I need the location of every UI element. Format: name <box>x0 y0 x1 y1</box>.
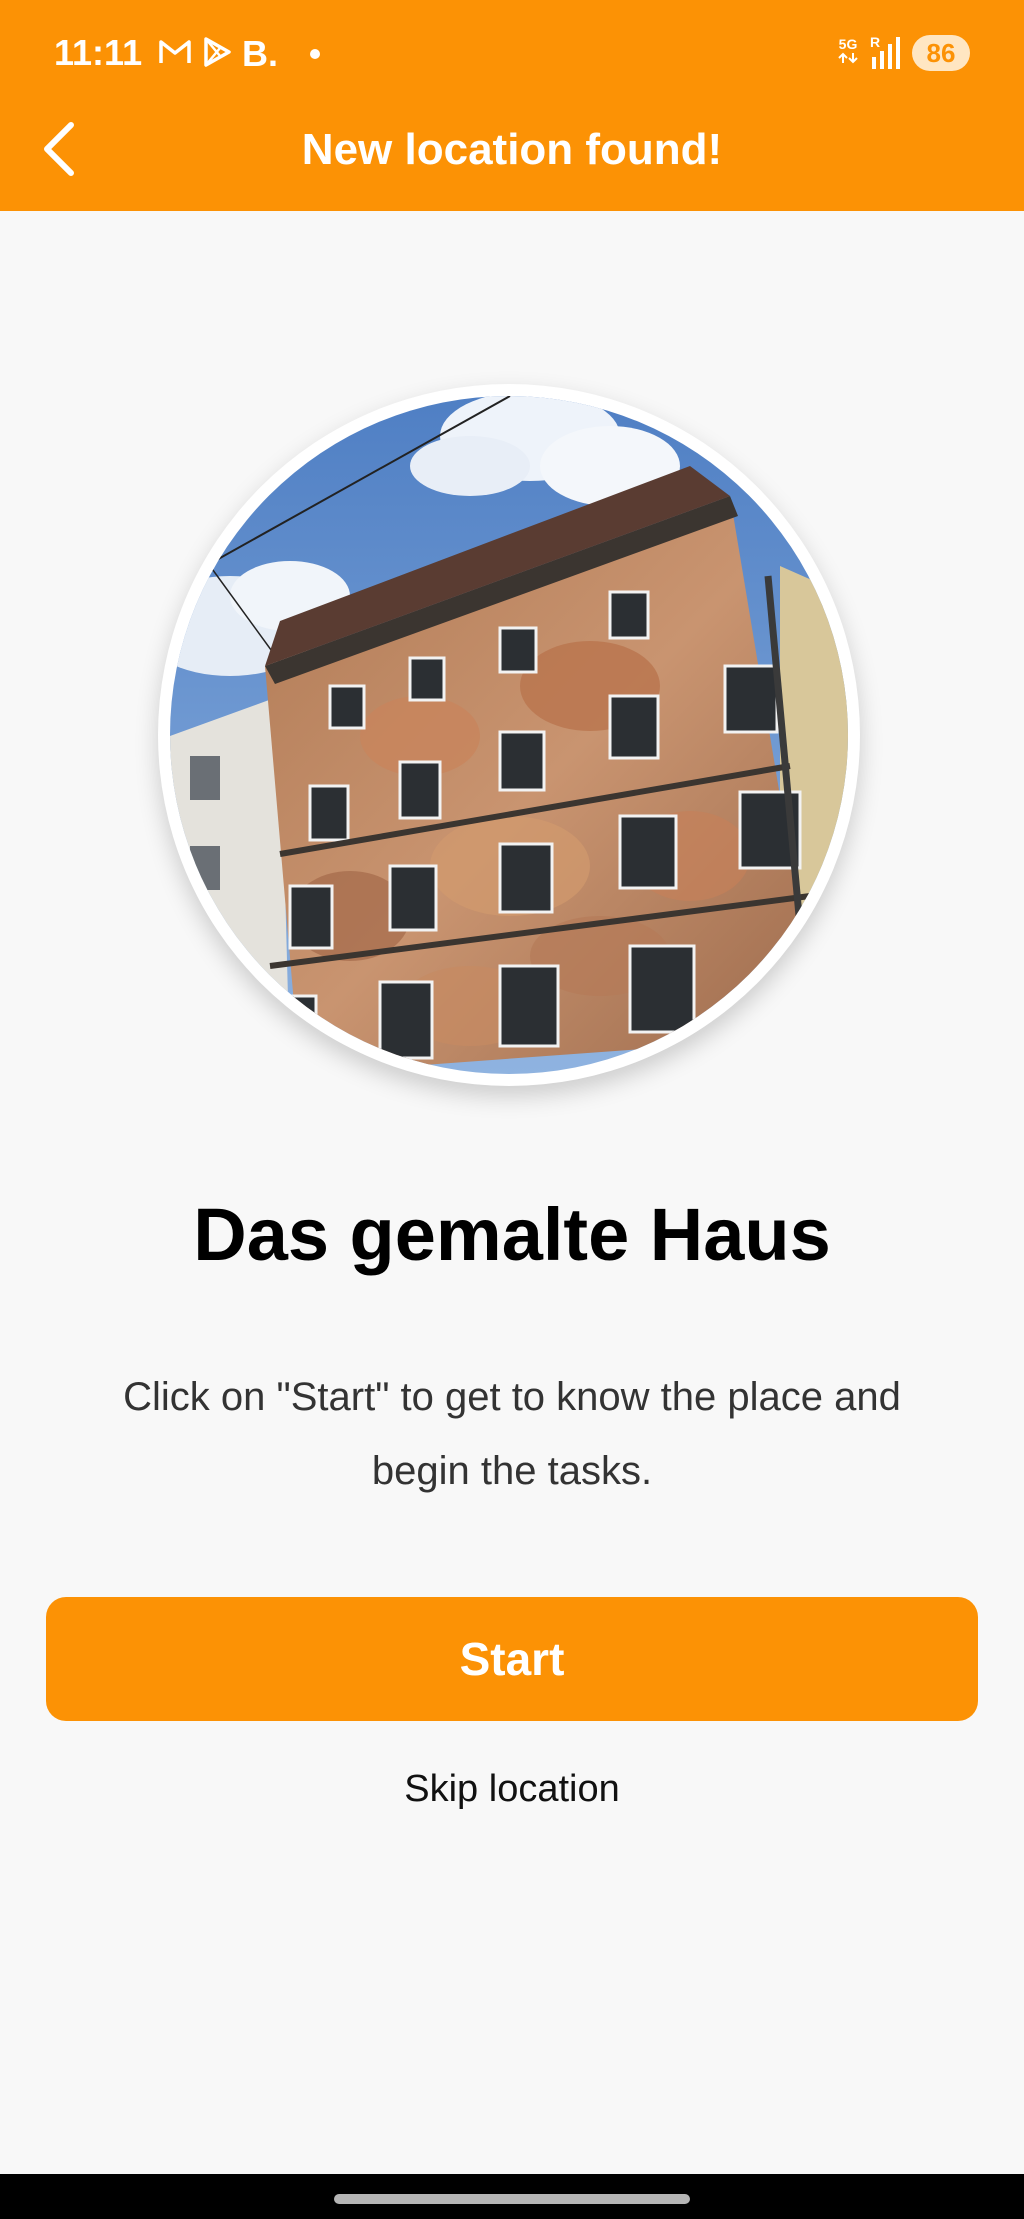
system-icons: 5G R 86 <box>836 32 970 74</box>
skip-location-link[interactable]: Skip location <box>0 1762 1024 1816</box>
signal-icon <box>872 37 900 69</box>
status-bar: 11:11 B. 5G R 86 <box>0 0 1024 104</box>
app-bar: New location found! <box>0 104 1024 211</box>
more-notifications-dot <box>310 49 320 59</box>
signal-indicator: R <box>870 35 902 71</box>
location-description: Click on "Start" to get to know the plac… <box>123 1375 901 1493</box>
play-store-icon <box>202 36 232 73</box>
network-indicator: 5G <box>836 37 860 69</box>
status-time: 11:11 <box>54 32 143 73</box>
location-photo <box>158 384 860 1086</box>
data-arrows-icon <box>838 52 858 64</box>
home-indicator[interactable] <box>334 2194 690 2204</box>
location-name: Das gemalte Haus <box>193 1193 831 1276</box>
page-title: New location found! <box>301 125 723 174</box>
network-type: 5G <box>838 36 858 52</box>
battery-indicator: 86 <box>912 35 970 71</box>
app-notification-icon: B. <box>242 33 278 74</box>
gmail-icon <box>158 38 192 71</box>
building-photo-image <box>170 396 848 1074</box>
start-button[interactable]: Start <box>46 1597 978 1721</box>
notification-icons: B. <box>158 33 320 75</box>
header: 11:11 B. 5G R 86 New location found! <box>0 0 1024 211</box>
screen: 11:11 B. 5G R 86 New location found! Das… <box>0 0 1024 2219</box>
system-navigation-bar <box>0 2174 1024 2219</box>
